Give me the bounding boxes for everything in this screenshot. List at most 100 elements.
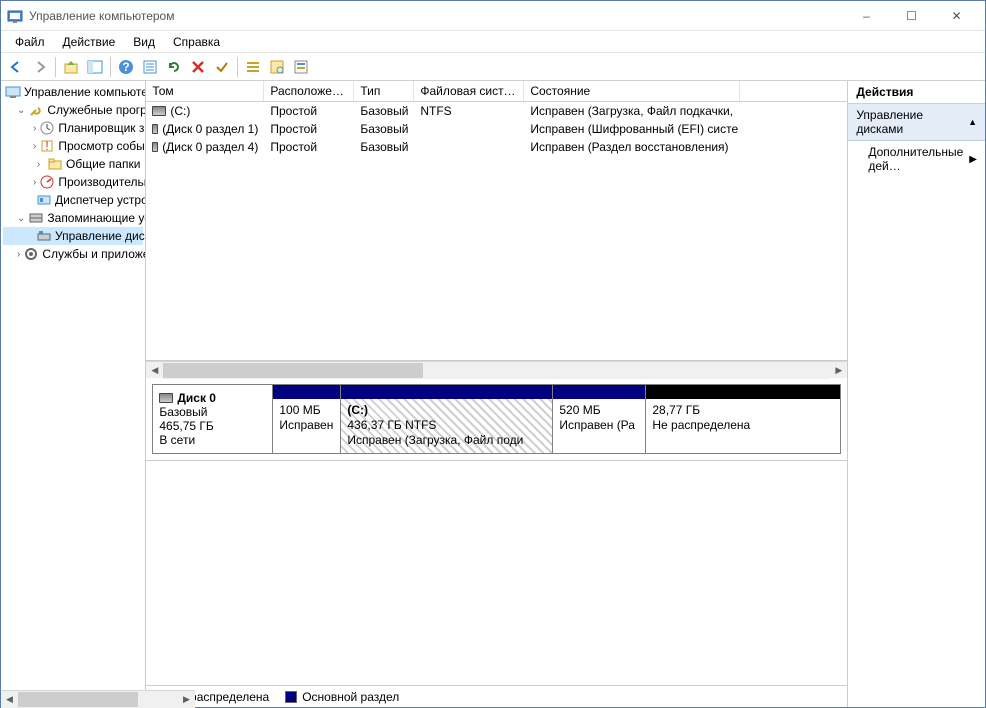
svg-text:!: ! [46,139,49,153]
actions-more[interactable]: Дополнительные дей… ▶ [848,141,985,177]
help-button[interactable]: ? [115,56,137,78]
tree-label: Общие папки [66,157,140,171]
services-icon [23,246,39,262]
disk-graphical-view: Диск 0 Базовый 465,75 ГБ В сети 100 МБИс… [146,378,847,461]
expand-icon[interactable]: › [33,159,44,170]
partition-status: Не распределена [652,418,750,432]
tree-root-label: Управление компьютером (л [24,85,146,99]
tree-disk-management[interactable]: Управление дисками [3,227,143,245]
col-filesystem[interactable]: Файловая система [414,81,524,101]
show-hide-tree-button[interactable] [84,56,106,78]
tree-pane[interactable]: Управление компьютером (л ⌄ Служебные пр… [1,81,146,707]
scroll-right-icon[interactable]: ▶ [830,362,847,379]
volume-layout: Простой [264,102,354,120]
volume-list-hscrollbar[interactable]: ◀ ▶ [146,361,847,378]
minimize-button[interactable]: – [844,1,889,30]
scroll-left-icon[interactable]: ◀ [146,362,163,379]
tree-shared[interactable]: › Общие папки [3,155,143,173]
computer-icon [5,84,21,100]
disk-partition[interactable]: (C:)436,37 ГБ NTFSИсправен (Загрузка, Фа… [341,385,553,453]
delete-button[interactable] [187,56,209,78]
volume-layout: Простой [264,120,354,138]
volume-fs [414,120,524,138]
app-icon [7,8,23,24]
expand-icon[interactable]: › [17,249,20,260]
col-status[interactable]: Состояние [524,81,740,101]
volume-row[interactable]: (Диск 0 раздел 4)ПростойБазовыйИсправен … [146,138,847,156]
partition-label: (C:) [347,403,368,417]
tree-services[interactable]: › Службы и приложения [3,245,143,263]
tree-root[interactable]: Управление компьютером (л [3,83,143,101]
tree-label: Службы и приложения [42,247,146,261]
collapse-icon[interactable]: ⌄ [17,105,25,116]
partition-bar [646,385,840,399]
back-button[interactable] [5,56,27,78]
volume-fs [414,138,524,156]
tree-events[interactable]: › ! Просмотр событий [3,137,143,155]
tree-storage[interactable]: ⌄ Запоминающие устройст [3,209,143,227]
disk-row[interactable]: Диск 0 Базовый 465,75 ГБ В сети 100 МБИс… [152,384,841,454]
volume-type: Базовый [354,102,414,120]
storage-icon [28,210,44,226]
disk-partition[interactable]: 28,77 ГБНе распределена [646,385,840,453]
tree-label: Производительность [58,175,146,189]
tree-label: Запоминающие устройст [47,211,146,225]
tree-scheduler[interactable]: › Планировщик заданий [3,119,143,137]
refresh-button[interactable] [163,56,185,78]
forward-button[interactable] [29,56,51,78]
content-area: Управление компьютером (л ⌄ Служебные пр… [1,81,985,707]
disk-empty-area [146,461,847,685]
chevron-right-icon: ▶ [969,154,977,165]
partition-size: 28,77 ГБ [652,403,700,417]
expand-icon[interactable]: › [33,123,36,134]
volume-name: (Диск 0 раздел 1) [162,122,258,136]
volume-status: Исправен (Раздел восстановления) [524,138,740,156]
collapse-icon[interactable]: ▲ [968,117,977,127]
menu-action[interactable]: Действие [55,33,124,51]
menu-view[interactable]: Вид [125,33,163,51]
device-icon [36,192,52,208]
tree-system-tools[interactable]: ⌄ Служебные программы [3,101,143,119]
col-type[interactable]: Тип [354,81,414,101]
up-button[interactable] [60,56,82,78]
col-volume[interactable]: Том [146,81,264,101]
menu-help[interactable]: Справка [165,33,228,51]
settings-button[interactable] [290,56,312,78]
folder-icon [47,156,63,172]
tree-performance[interactable]: › Производительность [3,173,143,191]
tree-hscrollbar[interactable]: ◀ ▶ [1,690,146,707]
perf-icon [39,174,55,190]
svg-text:?: ? [122,60,129,74]
scroll-left-icon[interactable]: ◀ [1,691,18,708]
collapse-icon[interactable]: ⌄ [17,213,25,224]
volume-fs: NTFS [414,102,524,120]
volume-row[interactable]: (C:)ПростойБазовыйNTFSИсправен (Загрузка… [146,102,847,120]
apply-button[interactable] [211,56,233,78]
partition-size: 100 МБ [279,403,320,417]
expand-icon[interactable]: › [33,177,36,188]
disk-type: Базовый [159,405,266,419]
maximize-button[interactable]: ☐ [889,1,934,30]
actions-section[interactable]: Управление дисками ▲ [848,104,985,141]
disk-partition[interactable]: 100 МБИсправен [273,385,341,453]
partition-size: 436,37 ГБ NTFS [347,418,436,432]
properties-button[interactable] [139,56,161,78]
detail-view-button[interactable] [266,56,288,78]
disk-size: 465,75 ГБ [159,419,266,433]
disk-info[interactable]: Диск 0 Базовый 465,75 ГБ В сети [153,385,273,453]
expand-icon[interactable]: › [33,141,36,152]
tree-label: Управление дисками [55,229,146,243]
partition-size: 520 МБ [559,403,600,417]
main-pane: Том Расположение Тип Файловая система Со… [146,81,848,707]
volume-row[interactable]: (Диск 0 раздел 1)ПростойБазовыйИсправен … [146,120,847,138]
col-layout[interactable]: Расположение [264,81,354,101]
disk-partitions: 100 МБИсправен(C:)436,37 ГБ NTFSИсправен… [273,385,840,453]
list-view-button[interactable] [242,56,264,78]
clock-icon [39,120,55,136]
close-button[interactable]: ✕ [934,1,979,30]
tree-device-manager[interactable]: Диспетчер устройств [3,191,143,209]
disk-partition[interactable]: 520 МБИсправен (Ра [553,385,646,453]
tree-label: Просмотр событий [58,139,146,153]
menu-file[interactable]: Файл [7,33,53,51]
volume-list[interactable]: Том Расположение Тип Файловая система Со… [146,81,847,361]
